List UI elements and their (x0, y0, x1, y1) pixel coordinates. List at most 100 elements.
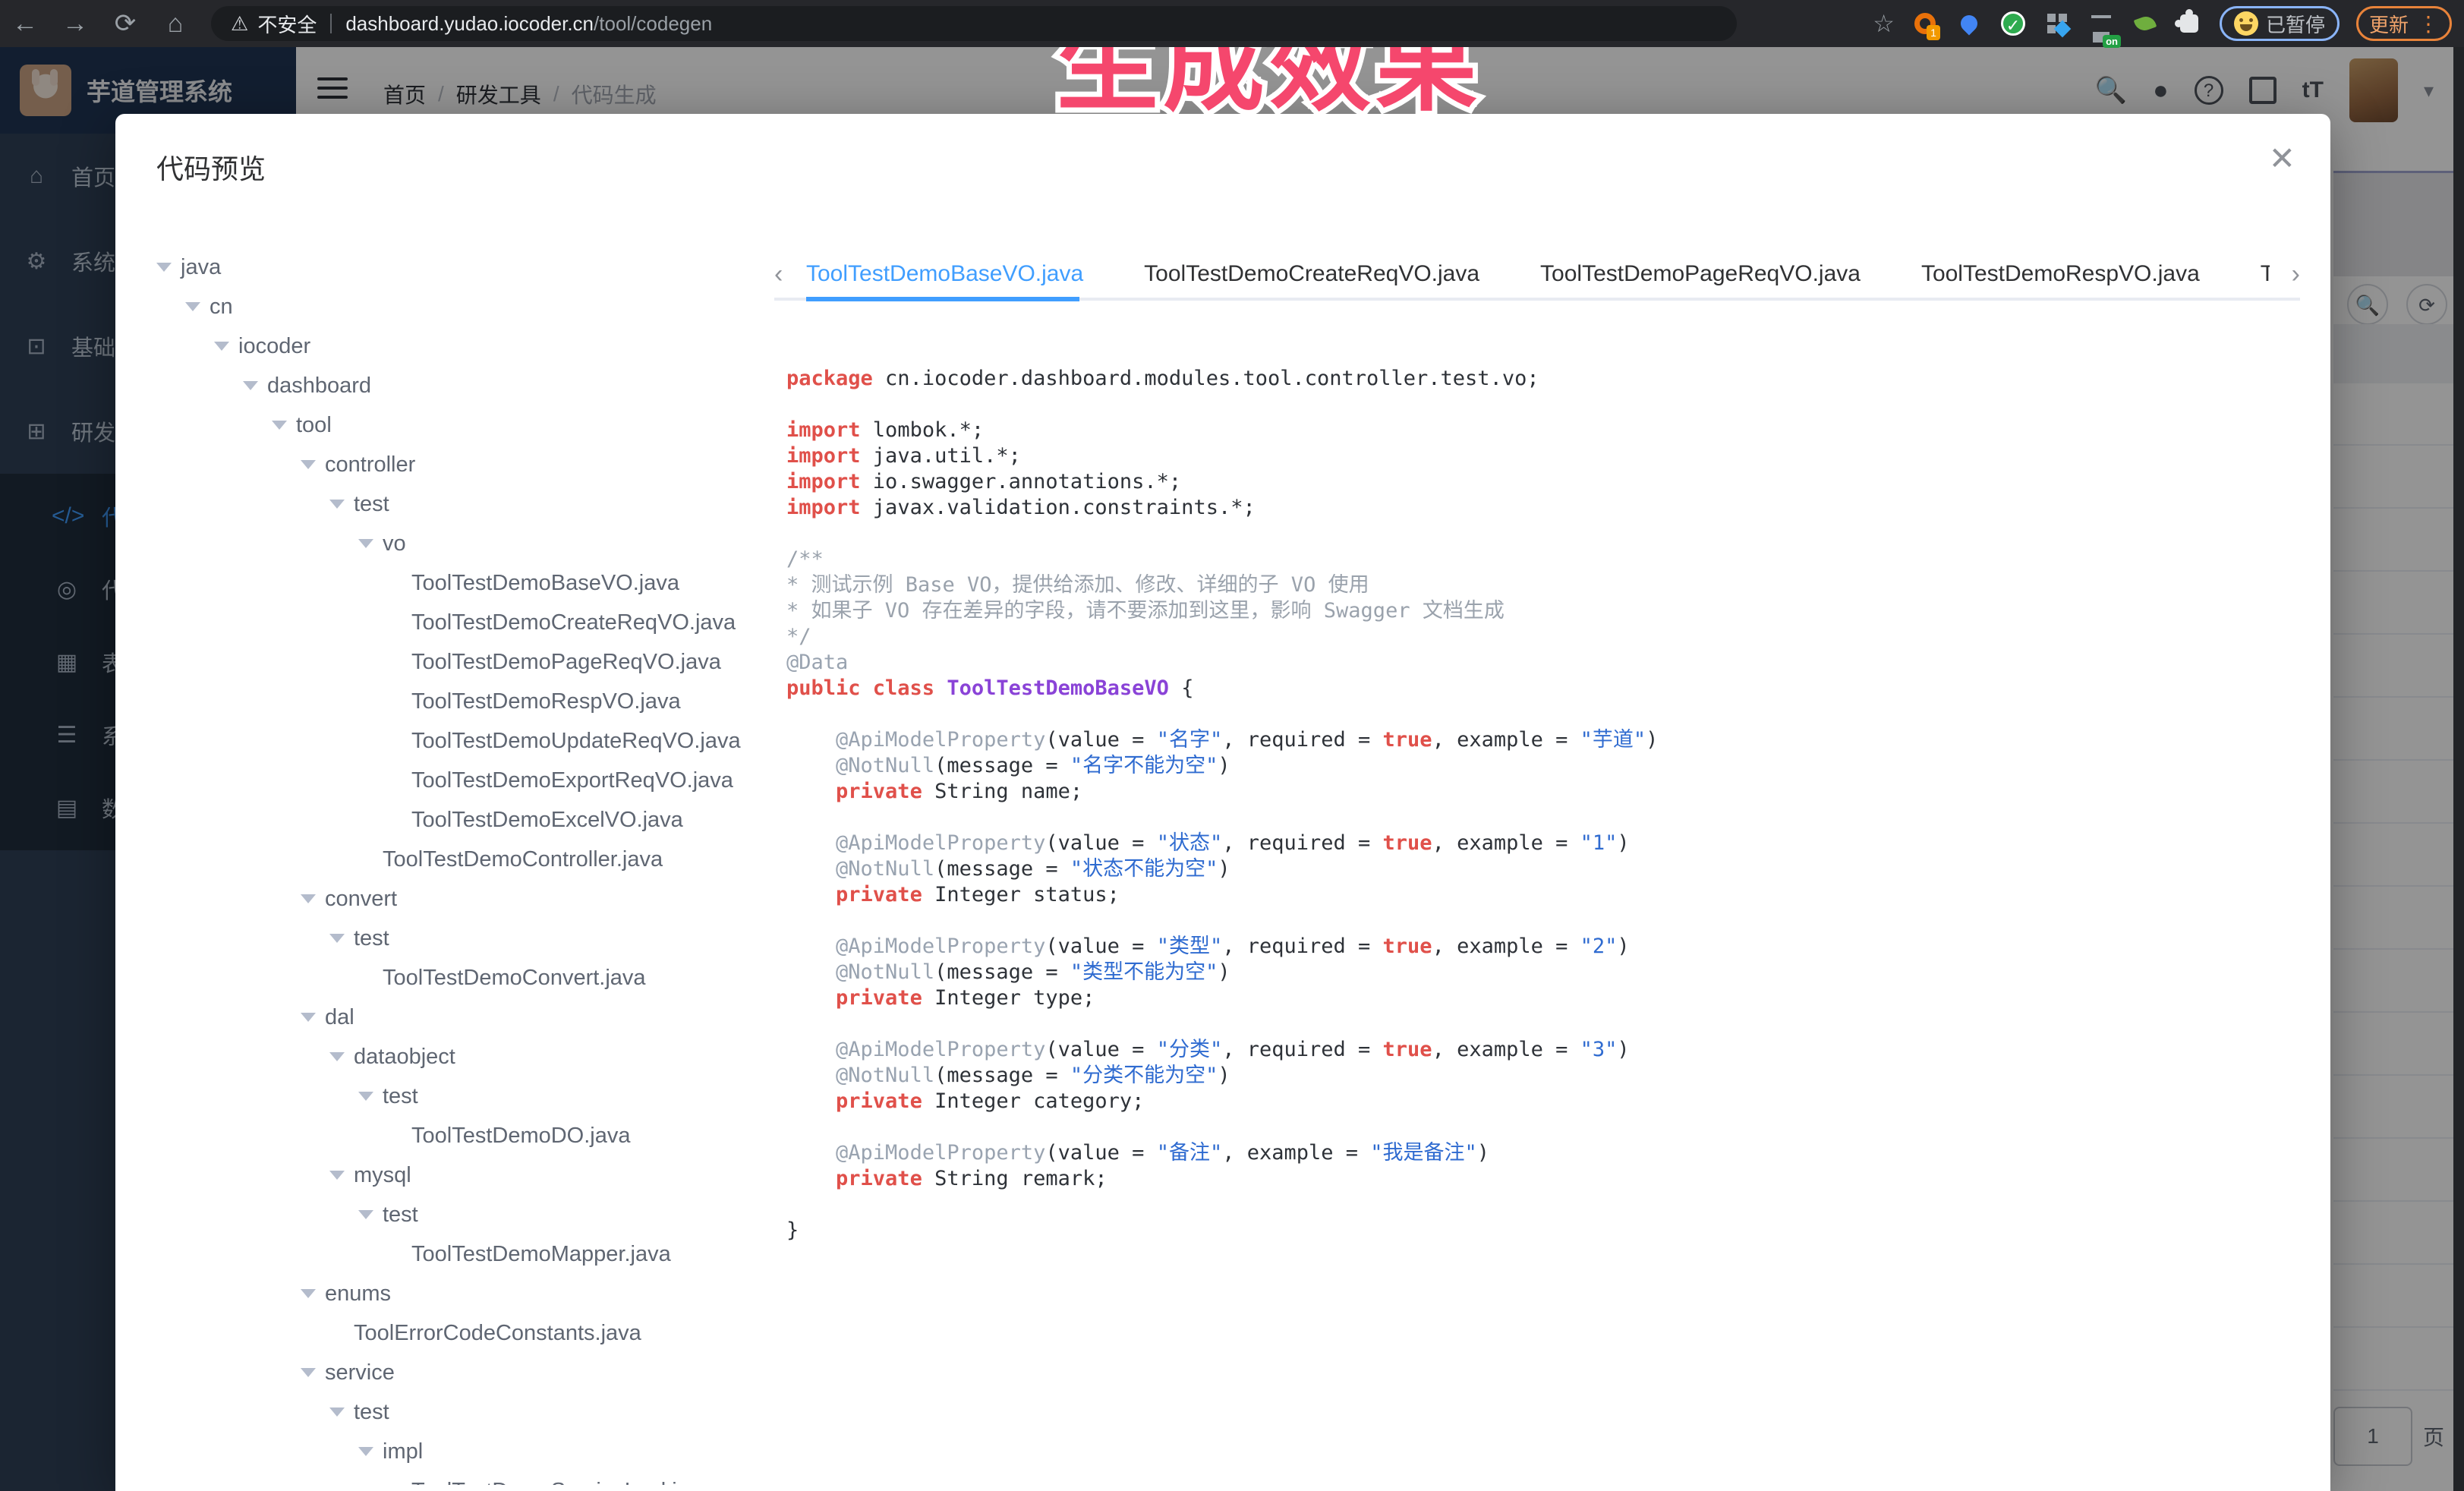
tree-folder-node[interactable]: test (156, 484, 764, 524)
tree-folder-node[interactable]: test (156, 1195, 764, 1234)
tree-file-node[interactable]: ToolTestDemoConvert.java (156, 958, 764, 998)
file-tabs: ‹ › ToolTestDemoBaseVO.java ToolTestDemoC… (774, 251, 2300, 301)
tabs-scroll-right-icon[interactable]: › (2292, 260, 2300, 289)
tree-caret-icon[interactable] (301, 1013, 316, 1022)
tree-caret-icon[interactable] (272, 421, 287, 430)
tree-caret-icon[interactable] (214, 342, 229, 351)
tree-folder-node[interactable]: dataobject (156, 1037, 764, 1076)
file-tab[interactable]: ToolTestDemoBaseVO.java (806, 261, 1083, 287)
tree-caret-icon[interactable] (301, 460, 316, 469)
paused-label: 已暂停 (2266, 10, 2325, 38)
reload-icon[interactable]: ⟳ (100, 8, 150, 39)
back-icon[interactable]: ← (0, 9, 50, 39)
code-line: /** (786, 547, 2297, 572)
tree-node-label: ToolTestDemoServiceImpl.java (411, 1479, 712, 1486)
tree-file-node[interactable]: ToolTestDemoController.java (156, 840, 764, 879)
tree-folder-node[interactable]: test (156, 1392, 764, 1432)
code-viewer[interactable]: package cn.iocoder.dashboard.modules.too… (786, 366, 2297, 1244)
browser-menu-icon[interactable]: ⋮ (2418, 11, 2439, 36)
tree-caret-icon[interactable] (156, 263, 172, 272)
tree-caret-icon[interactable] (358, 1447, 373, 1456)
code-line: public class ToolTestDemoBaseVO { (786, 676, 2297, 701)
tree-caret-icon[interactable] (329, 934, 345, 943)
tree-folder-node[interactable]: vo (156, 524, 764, 563)
file-tab[interactable]: ToolTestDemoPageReqVO.java (1540, 261, 1861, 287)
tabs-list: ToolTestDemoBaseVO.java ToolTestDemoCreat… (806, 251, 2270, 298)
tree-node-label: ToolTestDemoExcelVO.java (411, 808, 683, 833)
tree-node-label: impl (383, 1439, 423, 1464)
extension-on-badge-icon[interactable]: on (2087, 10, 2115, 37)
tree-folder-node[interactable]: service (156, 1353, 764, 1392)
file-tab[interactable]: ToolTe (2261, 261, 2270, 287)
tree-folder-node[interactable]: test (156, 919, 764, 958)
tree-caret-icon[interactable] (329, 1171, 345, 1180)
tree-file-node[interactable]: ToolTestDemoPageReqVO.java (156, 642, 764, 682)
tree-file-node[interactable]: ToolTestDemoUpdateReqVO.java (156, 721, 764, 761)
tree-folder-node[interactable]: dashboard (156, 366, 764, 405)
file-tree: javacniocoderdashboardtoolcontrollertest… (156, 247, 764, 1485)
tree-folder-node[interactable]: impl (156, 1432, 764, 1471)
tree-file-node[interactable]: ToolTestDemoBaseVO.java (156, 563, 764, 603)
tree-file-node[interactable]: ToolErrorCodeConstants.java (156, 1313, 764, 1353)
code-line (786, 1114, 2297, 1140)
tree-folder-node[interactable]: test (156, 1076, 764, 1116)
tree-node-label: tool (296, 413, 332, 438)
extension-grid-icon[interactable] (2043, 10, 2071, 37)
tree-node-label: dal (325, 1005, 354, 1030)
tree-folder-node[interactable]: convert (156, 879, 764, 919)
code-line (786, 392, 2297, 418)
tree-file-node[interactable]: ToolTestDemoRespVO.java (156, 682, 764, 721)
tree-file-node[interactable]: ToolTestDemoCreateReqVO.java (156, 603, 764, 642)
address-bar[interactable]: ⚠ 不安全 dashboard.yudao.iocoder.cn /tool/c… (211, 6, 1737, 41)
tree-file-node[interactable]: ToolTestDemoMapper.java (156, 1234, 764, 1274)
tree-node-label: ToolTestDemoDO.java (411, 1124, 631, 1149)
tree-folder-node[interactable]: tool (156, 405, 764, 445)
tree-folder-node[interactable]: mysql (156, 1155, 764, 1195)
code-line: @Data (786, 650, 2297, 676)
code-line: @ApiModelProperty(value = "类型", required… (786, 934, 2297, 960)
tree-file-node[interactable]: ToolTestDemoExportReqVO.java (156, 761, 764, 800)
tree-caret-icon[interactable] (358, 539, 373, 548)
file-tab[interactable]: ToolTestDemoCreateReqVO.java (1144, 261, 1479, 287)
extension-location-pin-icon[interactable] (1955, 10, 1983, 37)
tree-caret-icon[interactable] (301, 1368, 316, 1377)
close-icon[interactable]: ✕ (2269, 143, 2295, 175)
tree-caret-icon[interactable] (358, 1092, 373, 1101)
extension-orange-ring-icon[interactable]: 1 (1911, 10, 1939, 37)
tree-file-node[interactable]: ToolTestDemoServiceImpl.java (156, 1471, 764, 1485)
bookmark-star-icon[interactable]: ☆ (1873, 9, 1895, 38)
tree-caret-icon[interactable] (329, 500, 345, 509)
home-icon[interactable]: ⌂ (150, 9, 200, 39)
code-line (786, 1192, 2297, 1218)
tree-file-node[interactable]: ToolTestDemoExcelVO.java (156, 800, 764, 840)
tree-caret-icon[interactable] (243, 381, 258, 390)
tabs-scroll-left-icon[interactable]: ‹ (774, 260, 783, 289)
tree-folder-node[interactable]: java (156, 247, 764, 287)
code-line: private Integer category; (786, 1089, 2297, 1114)
tree-node-label: enums (325, 1281, 391, 1307)
tree-caret-icon[interactable] (329, 1052, 345, 1061)
extension-green-check-icon[interactable]: ✓ (1999, 10, 2027, 37)
profile-paused-chip[interactable]: 已暂停 (2220, 6, 2340, 41)
tree-file-node[interactable]: ToolTestDemoDO.java (156, 1116, 764, 1155)
extension-leaf-icon[interactable] (2132, 10, 2159, 37)
file-tab[interactable]: ToolTestDemoRespVO.java (1921, 261, 2200, 287)
tree-caret-icon[interactable] (329, 1407, 345, 1417)
tree-folder-node[interactable]: controller (156, 445, 764, 484)
tree-folder-node[interactable]: cn (156, 287, 764, 326)
url-divider (330, 14, 332, 33)
tree-folder-node[interactable]: enums (156, 1274, 764, 1313)
tree-caret-icon[interactable] (301, 1289, 316, 1298)
tree-folder-node[interactable]: dal (156, 998, 764, 1037)
code-line (786, 908, 2297, 934)
tree-node-label: ToolTestDemoRespVO.java (411, 689, 681, 714)
tree-node-label: ToolErrorCodeConstants.java (354, 1321, 641, 1346)
tree-caret-icon[interactable] (301, 894, 316, 903)
tree-caret-icon[interactable] (358, 1210, 373, 1219)
tree-folder-node[interactable]: iocoder (156, 326, 764, 366)
extensions-puzzle-icon[interactable] (2176, 10, 2203, 37)
tree-node-label: ToolTestDemoExportReqVO.java (411, 768, 733, 793)
forward-icon[interactable]: → (50, 9, 100, 39)
chrome-update-button[interactable]: 更新 ⋮ (2356, 6, 2452, 41)
tree-caret-icon[interactable] (185, 302, 200, 311)
